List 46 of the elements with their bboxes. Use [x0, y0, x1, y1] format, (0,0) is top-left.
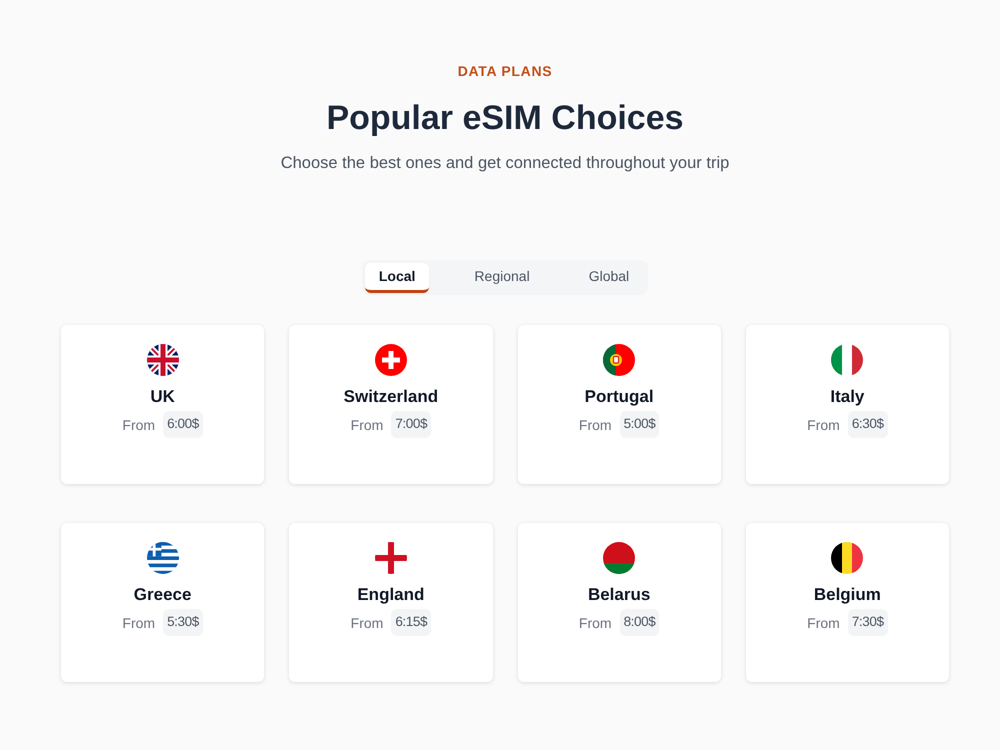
price-tag: 5:30$	[163, 609, 203, 636]
union-jack-flag-icon	[146, 344, 179, 376]
from-label: From	[350, 614, 384, 632]
from-label: From	[122, 614, 156, 632]
country-name: Greece	[134, 584, 192, 606]
plan-card[interactable]: Portugal From 5:00$	[518, 325, 721, 484]
from-label: From	[578, 416, 612, 434]
portugal-flag-icon	[603, 344, 636, 376]
from-label: From	[578, 614, 612, 632]
country-name: UK	[150, 386, 175, 408]
from-label: From	[807, 416, 840, 434]
italy-flag-icon	[831, 344, 864, 376]
price-tag: 8:00$	[620, 609, 660, 636]
plan-card[interactable]: Switzerland From 7:00$	[289, 325, 492, 484]
belarus-flag-icon	[603, 542, 636, 574]
swiss-cross-flag-icon	[374, 344, 407, 376]
price-tag: 5:00$	[620, 411, 660, 438]
plan-card[interactable]: Italy From 6:30$	[746, 325, 949, 484]
page-subtitle: Choose the best ones and get connected throughout your trip	[280, 153, 730, 174]
section-eyebrow: DATA PLANS	[458, 62, 552, 81]
page-heading: Popular eSIM Choices	[326, 98, 684, 139]
plan-tab[interactable]: Global	[574, 262, 644, 292]
country-name: Belgium	[814, 584, 881, 606]
from-label: From	[350, 416, 384, 434]
country-name: Portugal	[584, 386, 654, 408]
country-name: Switzerland	[344, 386, 438, 408]
price-tag: 6:15$	[391, 609, 432, 636]
price-tag: 6:00$	[163, 411, 203, 438]
plan-card[interactable]: Greece From 5:30$	[61, 523, 264, 682]
country-name: Belarus	[588, 584, 650, 606]
plan-card[interactable]: UK From 6:00$	[61, 325, 264, 484]
plan-tab[interactable]: Local	[364, 262, 430, 292]
from-label: From	[807, 614, 840, 632]
plan-card[interactable]: Belarus From 8:00$	[518, 523, 721, 682]
plan-card[interactable]: Belgium From 7:30$	[746, 523, 949, 682]
price-tag: 6:30$	[848, 411, 888, 438]
plan-card[interactable]: England From 6:15$	[289, 523, 492, 682]
country-name: England	[357, 584, 424, 606]
country-name: Italy	[830, 386, 864, 408]
price-tag: 7:00$	[391, 411, 432, 438]
price-tag: 7:30$	[848, 609, 888, 636]
plan-tab[interactable]: Regional	[460, 262, 544, 292]
from-label: From	[122, 416, 156, 434]
belgium-flag-icon	[831, 542, 864, 574]
greece-flag-icon	[146, 542, 179, 574]
england-flag-icon	[374, 542, 407, 574]
